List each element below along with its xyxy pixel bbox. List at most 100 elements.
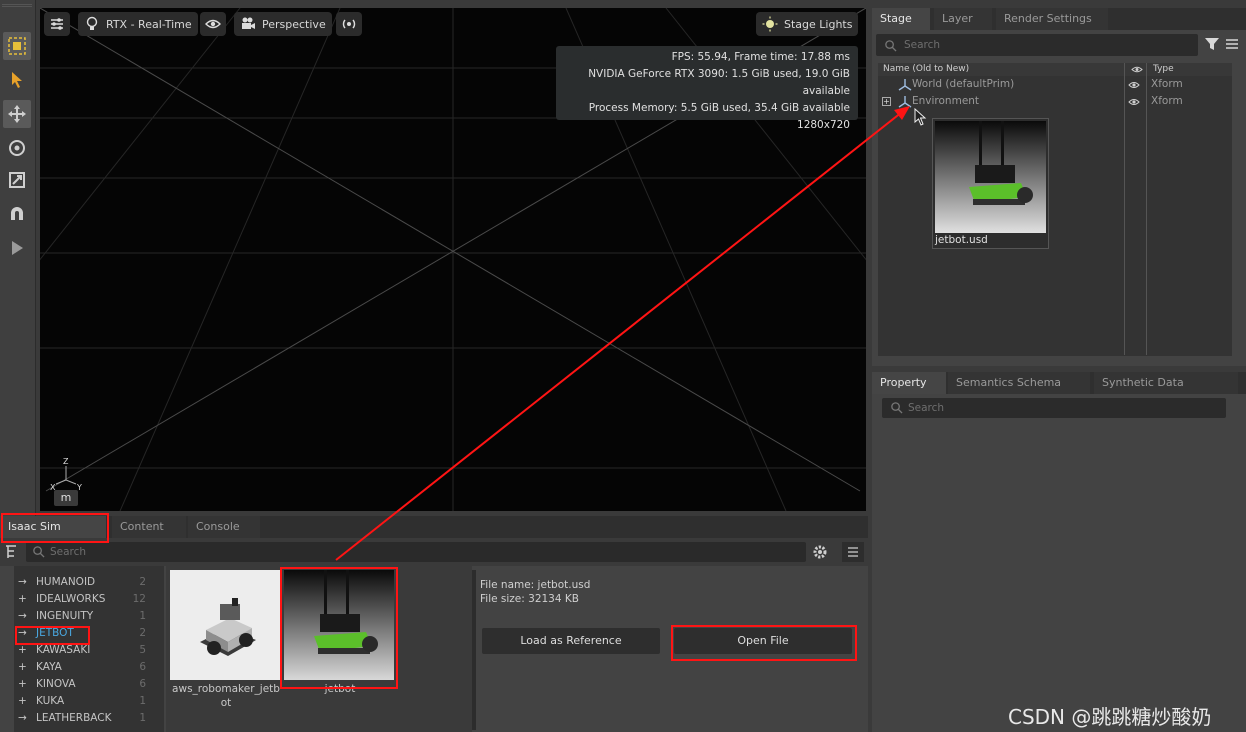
property-panel: Search (872, 394, 1246, 732)
gear-icon[interactable] (812, 544, 828, 560)
asset-category-tree: → HUMANOID 2 + IDEALWORKS 12 → INGENUITY… (14, 566, 164, 732)
play-icon[interactable] (3, 234, 31, 262)
visibility-column-eye-icon[interactable] (1131, 65, 1143, 74)
tree-item-humanoid[interactable]: → HUMANOID 2 (14, 574, 156, 591)
fps-stat: FPS: 55.94, Frame time: 17.88 ms (671, 51, 850, 63)
asset-thumbnail (170, 570, 280, 680)
sliders-icon (49, 16, 65, 32)
sun-icon (762, 16, 778, 32)
mouse-cursor-icon (914, 107, 928, 126)
stage-row-environment[interactable]: + Environment Xform (878, 93, 1232, 110)
stage-row-type: Xform (1151, 78, 1183, 90)
tree-item-kuka[interactable]: + KUKA 1 (14, 693, 156, 710)
axis-gizmo-icon: Z X Y (50, 457, 82, 492)
resolution-stat: 1280x720 (797, 119, 850, 131)
visibility-button[interactable] (200, 12, 226, 36)
gpu-memory-stat: NVIDIA GeForce RTX 3090: 1.5 GiB used, 1… (588, 68, 850, 97)
search-icon (884, 38, 897, 60)
bottom-tab-bar: Isaac Sim Assets Content Console (0, 516, 868, 555)
asset-search-placeholder: Search (50, 546, 87, 558)
load-as-reference-button[interactable]: Load as Reference (482, 628, 660, 654)
camera-icon (240, 16, 256, 32)
viewport[interactable]: RTX - Real-Time Perspective Stage Lights… (40, 8, 866, 511)
drag-preview: jetbot.usd (932, 118, 1049, 249)
stage-lights-label: Stage Lights (784, 17, 853, 31)
tab-layer[interactable]: Layer (934, 8, 992, 30)
tree-item-idealworks[interactable]: + IDEALWORKS 12 (14, 591, 156, 608)
property-tab-bar: Property Semantics Schema Editor Synthet… (872, 372, 1246, 411)
property-search-placeholder: Search (908, 402, 945, 414)
visibility-eye-icon[interactable] (1128, 79, 1140, 89)
stage-lights-button[interactable]: Stage Lights (756, 12, 859, 36)
asset-toolbar: Search (0, 538, 868, 566)
highlight-open-file-button (671, 625, 857, 661)
panel-splitter[interactable] (472, 570, 476, 730)
tree-item-kaya[interactable]: + KAYA 6 (14, 659, 156, 676)
viewport-settings-button[interactable] (44, 12, 70, 36)
asset-search-input[interactable]: Search (26, 542, 806, 562)
highlight-jetbot-tree-item (15, 626, 90, 645)
tab-semantics-schema-editor[interactable]: Semantics Schema Editor (948, 372, 1090, 411)
tree-item-ingenuity[interactable]: → INGENUITY 1 (14, 608, 156, 625)
camera-label: Perspective (262, 17, 326, 31)
file-name: File name: jetbot.usd (480, 579, 591, 591)
asset-detail-panel: File name: jetbot.usd File size: 32134 K… (480, 578, 860, 606)
type-column-header[interactable]: Type (1153, 63, 1174, 76)
eye-icon (205, 16, 221, 32)
highlight-isaac-sim-assets-tab (1, 513, 109, 543)
stage-search-input[interactable]: Search (876, 34, 1198, 56)
lightbulb-icon (84, 16, 100, 32)
rotate-tool-icon[interactable] (3, 134, 31, 162)
tree-item-leatherback[interactable]: → LEATHERBACK 1 (14, 710, 156, 727)
file-size: File size: 32134 KB (480, 593, 579, 605)
unit-badge: m (54, 490, 78, 506)
list-view-icon[interactable] (842, 542, 864, 562)
asset-card-aws-robomaker-jetbot[interactable]: aws_robomaker_jetbot (170, 570, 280, 710)
visibility-eye-icon[interactable] (1128, 96, 1140, 106)
tab-synthetic-data-recorder[interactable]: Synthetic Data Recorder (1094, 372, 1238, 411)
asset-card-label: aws_robomaker_jetbot (172, 683, 280, 709)
stats-overlay: FPS: 55.94, Frame time: 17.88 ms NVIDIA … (556, 46, 858, 131)
tab-console[interactable]: Console (188, 516, 260, 538)
xform-icon (898, 95, 912, 108)
name-column-header[interactable]: Name (Old to New) (883, 63, 969, 76)
hamburger-menu-icon[interactable] (1224, 36, 1240, 52)
search-icon (32, 545, 45, 565)
tab-property[interactable]: Property (872, 372, 946, 394)
property-search-input[interactable]: Search (882, 398, 1226, 418)
scale-tool-icon[interactable] (3, 166, 31, 194)
tree-toggle-icon[interactable] (4, 544, 20, 560)
renderer-button[interactable]: RTX - Real-Time (78, 12, 198, 36)
stage-panel: Search Name (Old to New) Type World (def… (872, 30, 1246, 366)
tab-content[interactable]: Content (112, 516, 186, 538)
stage-row-world[interactable]: World (defaultPrim) Xform (878, 76, 1232, 93)
select-mode-icon[interactable] (3, 32, 31, 60)
process-memory-stat: Process Memory: 5.5 GiB used, 35.4 GiB a… (588, 102, 850, 114)
stage-search-placeholder: Search (904, 39, 941, 51)
toolbar-grip[interactable] (2, 4, 32, 7)
camera-button[interactable]: Perspective (234, 12, 332, 36)
expand-icon[interactable]: + (882, 97, 891, 106)
left-toolbar (0, 0, 36, 520)
xform-icon (898, 78, 912, 91)
highlight-jetbot-card (280, 567, 398, 689)
tab-stage[interactable]: Stage (872, 8, 930, 30)
broadcast-icon (341, 16, 357, 32)
select-arrow-icon[interactable] (3, 66, 31, 94)
tab-render-settings[interactable]: Render Settings (996, 8, 1108, 30)
stage-tab-bar: Stage Layer Render Settings (872, 8, 1246, 30)
broadcast-button[interactable] (336, 12, 362, 36)
renderer-label: RTX - Real-Time (106, 17, 192, 31)
axis-z-label: Z (63, 457, 69, 466)
tree-item-kinova[interactable]: + KINOVA 6 (14, 676, 156, 693)
snap-magnet-icon[interactable] (3, 200, 31, 228)
filter-icon[interactable] (1204, 36, 1220, 52)
watermark: CSDN @跳跳糖炒酸奶 (1008, 705, 1212, 729)
move-tool-icon[interactable] (3, 100, 31, 128)
stage-row-type: Xform (1151, 95, 1183, 107)
search-icon (890, 401, 903, 421)
stage-row-name: World (defaultPrim) (912, 78, 1015, 90)
drag-preview-thumbnail (935, 121, 1046, 233)
drag-preview-label: jetbot.usd (935, 234, 988, 246)
stage-column-header: Name (Old to New) Type (878, 63, 1232, 76)
